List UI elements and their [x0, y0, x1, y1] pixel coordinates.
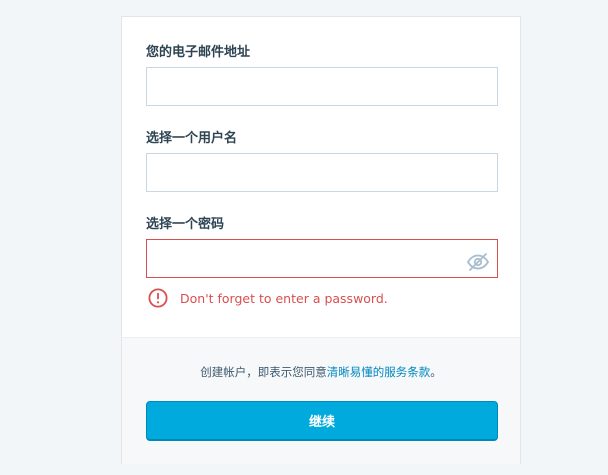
- error-message: Don't forget to enter a password.: [180, 290, 388, 306]
- password-label: 选择一个密码: [146, 217, 225, 232]
- continue-button[interactable]: 继续: [146, 401, 498, 441]
- terms-prefix: 创建帐户，即表示您同意: [200, 365, 327, 379]
- password-error: Don't forget to enter a password.: [148, 287, 388, 309]
- username-field[interactable]: [146, 153, 498, 192]
- email-label: 您的电子邮件地址: [146, 45, 251, 60]
- alert-circle-icon: [148, 288, 168, 308]
- eye-slash-icon[interactable]: [466, 250, 490, 274]
- username-label: 选择一个用户名: [146, 131, 238, 146]
- email-field[interactable]: [146, 67, 498, 106]
- terms-notice: 创建帐户，即表示您同意清晰易懂的服务条款。: [122, 364, 520, 380]
- terms-suffix: 。: [430, 365, 442, 379]
- password-field[interactable]: [146, 239, 498, 278]
- form-footer: 创建帐户，即表示您同意清晰易懂的服务条款。 继续: [122, 337, 520, 464]
- signup-card: 您的电子邮件地址 选择一个用户名 选择一个密码 Don't forget to …: [121, 16, 521, 464]
- terms-of-service-link[interactable]: 清晰易懂的服务条款: [327, 365, 431, 379]
